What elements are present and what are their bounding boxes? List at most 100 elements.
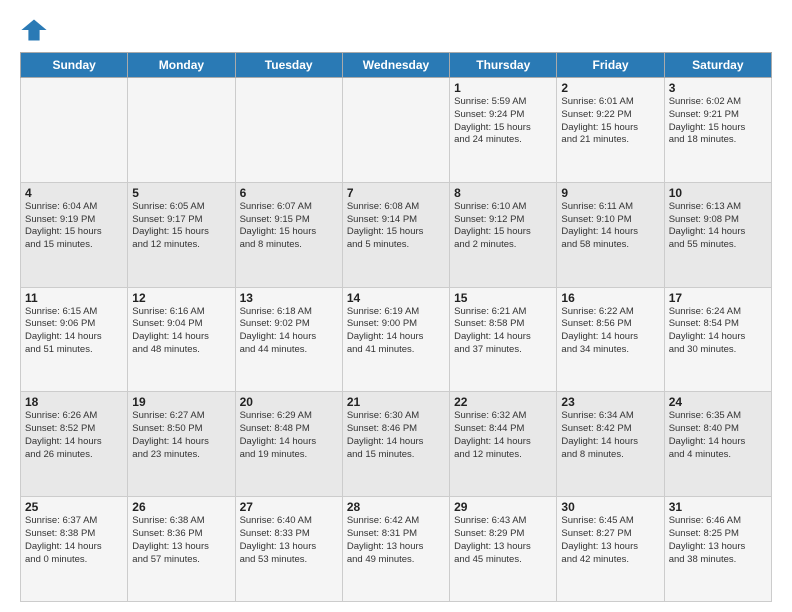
day-number: 28 xyxy=(347,500,445,514)
day-number: 1 xyxy=(454,81,552,95)
calendar-cell: 4Sunrise: 6:04 AM Sunset: 9:19 PM Daylig… xyxy=(21,182,128,287)
calendar-cell: 14Sunrise: 6:19 AM Sunset: 9:00 PM Dayli… xyxy=(342,287,449,392)
day-info: Sunrise: 6:45 AM Sunset: 8:27 PM Dayligh… xyxy=(561,515,659,566)
calendar-cell: 2Sunrise: 6:01 AM Sunset: 9:22 PM Daylig… xyxy=(557,78,664,183)
day-info: Sunrise: 6:07 AM Sunset: 9:15 PM Dayligh… xyxy=(240,201,338,252)
day-number: 7 xyxy=(347,186,445,200)
weekday-header-friday: Friday xyxy=(557,53,664,78)
day-number: 21 xyxy=(347,395,445,409)
day-number: 10 xyxy=(669,186,767,200)
day-number: 24 xyxy=(669,395,767,409)
day-number: 20 xyxy=(240,395,338,409)
day-info: Sunrise: 6:43 AM Sunset: 8:29 PM Dayligh… xyxy=(454,515,552,566)
day-number: 23 xyxy=(561,395,659,409)
day-number: 8 xyxy=(454,186,552,200)
weekday-row: SundayMondayTuesdayWednesdayThursdayFrid… xyxy=(21,53,772,78)
calendar-cell: 3Sunrise: 6:02 AM Sunset: 9:21 PM Daylig… xyxy=(664,78,771,183)
weekday-header-wednesday: Wednesday xyxy=(342,53,449,78)
day-info: Sunrise: 6:30 AM Sunset: 8:46 PM Dayligh… xyxy=(347,410,445,461)
calendar-cell: 24Sunrise: 6:35 AM Sunset: 8:40 PM Dayli… xyxy=(664,392,771,497)
day-number: 9 xyxy=(561,186,659,200)
day-info: Sunrise: 6:19 AM Sunset: 9:00 PM Dayligh… xyxy=(347,306,445,357)
calendar-cell: 6Sunrise: 6:07 AM Sunset: 9:15 PM Daylig… xyxy=(235,182,342,287)
day-info: Sunrise: 6:02 AM Sunset: 9:21 PM Dayligh… xyxy=(669,96,767,147)
calendar-cell: 28Sunrise: 6:42 AM Sunset: 8:31 PM Dayli… xyxy=(342,497,449,602)
day-number: 12 xyxy=(132,291,230,305)
day-info: Sunrise: 6:29 AM Sunset: 8:48 PM Dayligh… xyxy=(240,410,338,461)
day-number: 18 xyxy=(25,395,123,409)
day-number: 30 xyxy=(561,500,659,514)
day-info: Sunrise: 6:01 AM Sunset: 9:22 PM Dayligh… xyxy=(561,96,659,147)
day-info: Sunrise: 6:08 AM Sunset: 9:14 PM Dayligh… xyxy=(347,201,445,252)
day-number: 17 xyxy=(669,291,767,305)
page: SundayMondayTuesdayWednesdayThursdayFrid… xyxy=(0,0,792,612)
calendar-week-1: 1Sunrise: 5:59 AM Sunset: 9:24 PM Daylig… xyxy=(21,78,772,183)
day-info: Sunrise: 6:24 AM Sunset: 8:54 PM Dayligh… xyxy=(669,306,767,357)
calendar-cell: 23Sunrise: 6:34 AM Sunset: 8:42 PM Dayli… xyxy=(557,392,664,497)
day-info: Sunrise: 6:18 AM Sunset: 9:02 PM Dayligh… xyxy=(240,306,338,357)
day-info: Sunrise: 6:04 AM Sunset: 9:19 PM Dayligh… xyxy=(25,201,123,252)
day-info: Sunrise: 6:13 AM Sunset: 9:08 PM Dayligh… xyxy=(669,201,767,252)
logo xyxy=(20,16,50,44)
calendar-cell: 15Sunrise: 6:21 AM Sunset: 8:58 PM Dayli… xyxy=(450,287,557,392)
calendar-cell: 29Sunrise: 6:43 AM Sunset: 8:29 PM Dayli… xyxy=(450,497,557,602)
day-info: Sunrise: 6:27 AM Sunset: 8:50 PM Dayligh… xyxy=(132,410,230,461)
day-number: 26 xyxy=(132,500,230,514)
calendar-cell: 26Sunrise: 6:38 AM Sunset: 8:36 PM Dayli… xyxy=(128,497,235,602)
day-info: Sunrise: 6:42 AM Sunset: 8:31 PM Dayligh… xyxy=(347,515,445,566)
day-number: 6 xyxy=(240,186,338,200)
day-number: 29 xyxy=(454,500,552,514)
day-info: Sunrise: 6:05 AM Sunset: 9:17 PM Dayligh… xyxy=(132,201,230,252)
calendar-cell: 31Sunrise: 6:46 AM Sunset: 8:25 PM Dayli… xyxy=(664,497,771,602)
calendar-cell xyxy=(128,78,235,183)
calendar-week-5: 25Sunrise: 6:37 AM Sunset: 8:38 PM Dayli… xyxy=(21,497,772,602)
day-number: 15 xyxy=(454,291,552,305)
calendar-cell: 10Sunrise: 6:13 AM Sunset: 9:08 PM Dayli… xyxy=(664,182,771,287)
day-number: 14 xyxy=(347,291,445,305)
calendar-cell: 21Sunrise: 6:30 AM Sunset: 8:46 PM Dayli… xyxy=(342,392,449,497)
logo-icon xyxy=(20,16,48,44)
calendar-table: SundayMondayTuesdayWednesdayThursdayFrid… xyxy=(20,52,772,602)
calendar-cell: 13Sunrise: 6:18 AM Sunset: 9:02 PM Dayli… xyxy=(235,287,342,392)
calendar-cell: 1Sunrise: 5:59 AM Sunset: 9:24 PM Daylig… xyxy=(450,78,557,183)
day-number: 22 xyxy=(454,395,552,409)
day-number: 11 xyxy=(25,291,123,305)
day-info: Sunrise: 6:35 AM Sunset: 8:40 PM Dayligh… xyxy=(669,410,767,461)
day-info: Sunrise: 6:21 AM Sunset: 8:58 PM Dayligh… xyxy=(454,306,552,357)
calendar-body: 1Sunrise: 5:59 AM Sunset: 9:24 PM Daylig… xyxy=(21,78,772,602)
day-info: Sunrise: 6:40 AM Sunset: 8:33 PM Dayligh… xyxy=(240,515,338,566)
calendar-cell: 17Sunrise: 6:24 AM Sunset: 8:54 PM Dayli… xyxy=(664,287,771,392)
day-number: 31 xyxy=(669,500,767,514)
day-info: Sunrise: 6:32 AM Sunset: 8:44 PM Dayligh… xyxy=(454,410,552,461)
calendar-cell: 16Sunrise: 6:22 AM Sunset: 8:56 PM Dayli… xyxy=(557,287,664,392)
calendar-cell: 22Sunrise: 6:32 AM Sunset: 8:44 PM Dayli… xyxy=(450,392,557,497)
day-info: Sunrise: 6:26 AM Sunset: 8:52 PM Dayligh… xyxy=(25,410,123,461)
calendar-cell: 8Sunrise: 6:10 AM Sunset: 9:12 PM Daylig… xyxy=(450,182,557,287)
day-number: 25 xyxy=(25,500,123,514)
calendar-week-2: 4Sunrise: 6:04 AM Sunset: 9:19 PM Daylig… xyxy=(21,182,772,287)
calendar-cell: 30Sunrise: 6:45 AM Sunset: 8:27 PM Dayli… xyxy=(557,497,664,602)
calendar-cell xyxy=(342,78,449,183)
calendar-cell: 20Sunrise: 6:29 AM Sunset: 8:48 PM Dayli… xyxy=(235,392,342,497)
day-info: Sunrise: 6:15 AM Sunset: 9:06 PM Dayligh… xyxy=(25,306,123,357)
calendar-header: SundayMondayTuesdayWednesdayThursdayFrid… xyxy=(21,53,772,78)
day-number: 2 xyxy=(561,81,659,95)
calendar-cell: 19Sunrise: 6:27 AM Sunset: 8:50 PM Dayli… xyxy=(128,392,235,497)
calendar-cell: 18Sunrise: 6:26 AM Sunset: 8:52 PM Dayli… xyxy=(21,392,128,497)
weekday-header-thursday: Thursday xyxy=(450,53,557,78)
calendar-week-4: 18Sunrise: 6:26 AM Sunset: 8:52 PM Dayli… xyxy=(21,392,772,497)
calendar-cell: 7Sunrise: 6:08 AM Sunset: 9:14 PM Daylig… xyxy=(342,182,449,287)
day-info: Sunrise: 6:10 AM Sunset: 9:12 PM Dayligh… xyxy=(454,201,552,252)
day-info: Sunrise: 5:59 AM Sunset: 9:24 PM Dayligh… xyxy=(454,96,552,147)
day-info: Sunrise: 6:22 AM Sunset: 8:56 PM Dayligh… xyxy=(561,306,659,357)
calendar-cell: 27Sunrise: 6:40 AM Sunset: 8:33 PM Dayli… xyxy=(235,497,342,602)
weekday-header-tuesday: Tuesday xyxy=(235,53,342,78)
calendar-cell: 9Sunrise: 6:11 AM Sunset: 9:10 PM Daylig… xyxy=(557,182,664,287)
day-number: 16 xyxy=(561,291,659,305)
day-info: Sunrise: 6:16 AM Sunset: 9:04 PM Dayligh… xyxy=(132,306,230,357)
header xyxy=(20,16,772,44)
day-info: Sunrise: 6:46 AM Sunset: 8:25 PM Dayligh… xyxy=(669,515,767,566)
weekday-header-saturday: Saturday xyxy=(664,53,771,78)
day-number: 4 xyxy=(25,186,123,200)
calendar-week-3: 11Sunrise: 6:15 AM Sunset: 9:06 PM Dayli… xyxy=(21,287,772,392)
